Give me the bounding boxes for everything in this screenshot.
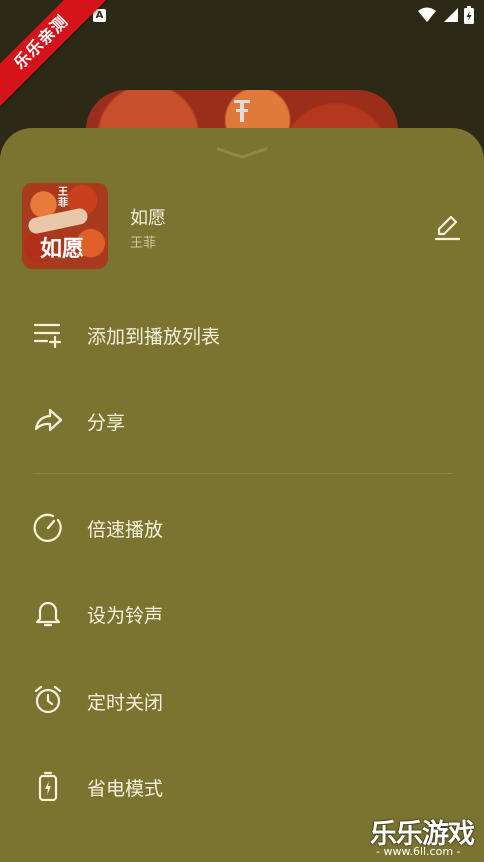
song-title: 如愿 — [130, 208, 166, 229]
song-header: 王菲 如愿 如愿 王菲 — [0, 180, 484, 272]
ribbon-text: 乐乐亲测 — [0, 0, 110, 110]
cover-artist-mark: 王菲 — [58, 187, 68, 209]
menu-label: 省电模式 — [87, 778, 164, 800]
background-art-glyph — [234, 100, 250, 122]
menu-item-playback-speed[interactable]: 倍速播放 — [0, 497, 484, 557]
menu-divider — [33, 473, 453, 474]
menu-item-power-saving[interactable]: 省电模式 — [0, 756, 484, 816]
song-artist: 王菲 — [130, 236, 157, 251]
edit-icon[interactable] — [430, 210, 464, 244]
site-watermark: 乐乐游戏 - www.6ll.com - — [370, 812, 482, 860]
menu-label: 定时关闭 — [87, 692, 164, 714]
battery-saver-icon — [38, 771, 58, 801]
collapse-chevron-icon[interactable] — [214, 146, 270, 160]
add-to-playlist-icon — [33, 323, 62, 349]
wifi-icon — [418, 7, 436, 22]
speed-icon — [33, 513, 62, 542]
signal-icon — [444, 8, 458, 22]
bell-icon — [35, 601, 61, 627]
album-cover: 王菲 如愿 — [22, 183, 108, 269]
menu-label: 设为铃声 — [87, 605, 164, 627]
menu-label: 倍速播放 — [87, 519, 164, 541]
share-icon — [34, 408, 63, 432]
menu-item-set-ringtone[interactable]: 设为铃声 — [0, 583, 484, 643]
status-icons — [418, 6, 474, 24]
battery-charging-icon — [464, 6, 474, 24]
menu-item-share[interactable]: 分享 — [0, 390, 484, 450]
menu-label: 分享 — [87, 412, 126, 434]
watermark-url: - www.6ll.com - — [376, 845, 461, 858]
corner-ribbon: 乐乐亲测 — [0, 0, 110, 110]
menu-item-sleep-timer[interactable]: 定时关闭 — [0, 670, 484, 730]
menu-label: 添加到播放列表 — [87, 326, 221, 348]
menu-item-add-to-playlist[interactable]: 添加到播放列表 — [0, 304, 484, 364]
alarm-clock-icon — [34, 685, 62, 714]
cover-title: 如愿 — [40, 236, 85, 262]
